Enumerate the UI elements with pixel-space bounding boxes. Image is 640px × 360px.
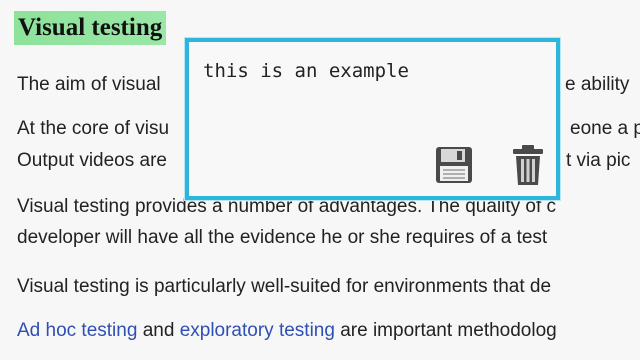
paragraph-line-5: developer will have all the evidence he … [17,227,548,248]
trash-can-icon [513,145,543,185]
section-heading: Visual testing [14,11,167,45]
save-button[interactable] [435,146,473,184]
delete-button[interactable] [511,144,545,186]
paragraph-line-6: Visual testing is particularly well-suit… [17,276,552,297]
connector-text: and [137,320,180,341]
paragraph-line-3a: Output videos are [17,150,167,171]
paragraph-line-1a: The aim of visual [17,74,161,95]
paragraph-line-3b: t via pic [566,150,631,171]
note-text[interactable]: this is an example [203,60,409,82]
paragraph-line-1b: e ability [565,74,630,95]
note-popup[interactable]: this is an example [185,38,560,200]
paragraph-line-2a: At the core of visu [17,118,170,139]
exploratory-testing-link[interactable]: exploratory testing [180,320,335,341]
floppy-disk-icon [436,147,472,183]
paragraph-line-2b: eone a p [570,118,640,139]
trailing-text: are important methodolog [334,320,557,341]
ad-hoc-testing-link[interactable]: Ad hoc testing [17,320,137,341]
paragraph-line-7: Ad hoc testing and exploratory testing a… [17,319,557,343]
